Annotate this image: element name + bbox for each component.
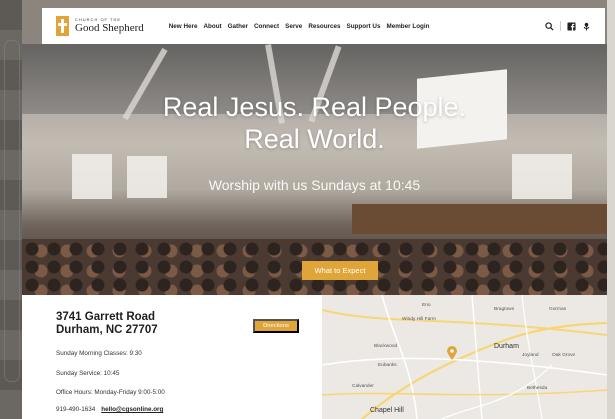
hero-title-line-1: Real Jesus. Real People. <box>162 92 467 122</box>
nav-resources[interactable]: Resources <box>308 23 340 30</box>
header-divider <box>560 21 561 31</box>
nav-about[interactable]: About <box>203 23 221 30</box>
hero-title-line-2: Real World. <box>244 124 385 154</box>
search-icon[interactable] <box>545 21 554 31</box>
background-left <box>0 0 22 419</box>
screenshot-frame: CHURCH OF THE Good Shepherd New Here Abo… <box>0 0 615 419</box>
map-pin-icon[interactable] <box>447 346 457 360</box>
map-label: Windy Hill Farm <box>402 317 436 322</box>
background-right <box>607 0 615 419</box>
map-label: Bethesda <box>527 386 548 391</box>
email-link[interactable]: hello@cgsonline.org <box>101 406 163 413</box>
nav-new-here[interactable]: New Here <box>169 23 198 30</box>
facebook-icon[interactable] <box>567 21 576 31</box>
hero-subtitle: Worship with us Sundays at 10:45 <box>208 177 421 193</box>
service-time: Sunday Service: 10:45 <box>56 370 120 377</box>
location-map[interactable]: Eno Bragtown Gorman Windy Hill Farm Durh… <box>322 295 607 419</box>
what-to-expect-button[interactable]: What to Expect <box>302 261 378 280</box>
nav-connect[interactable]: Connect <box>254 23 279 30</box>
location-info-card: 3741 Garrett Road Durham, NC 27707 Direc… <box>22 295 322 419</box>
map-label: Gorman <box>549 307 567 312</box>
map-label: Eno <box>422 303 431 308</box>
map-label: Chapel Hill <box>370 407 404 414</box>
office-hours: Office Hours: Monday-Friday 9:00-5:00 <box>56 389 165 396</box>
site-header: CHURCH OF THE Good Shepherd New Here Abo… <box>42 8 605 44</box>
map-label: Eubanks <box>378 363 397 368</box>
nav-serve[interactable]: Serve <box>285 23 302 30</box>
cross-logo-icon <box>56 16 69 36</box>
site-logo[interactable]: CHURCH OF THE Good Shepherd <box>56 16 144 36</box>
phone-number[interactable]: 919-490-1634 <box>56 406 95 413</box>
logo-wordmark: CHURCH OF THE Good Shepherd <box>75 18 144 34</box>
map-label: Oak Grove <box>552 353 576 358</box>
directions-button[interactable]: Directions <box>253 319 299 333</box>
nav-support-us[interactable]: Support Us <box>347 23 381 30</box>
hero-photo-stage <box>352 204 607 234</box>
nav-gather[interactable]: Gather <box>228 23 248 30</box>
main-nav: New Here About Gather Connect Serve Reso… <box>169 23 430 30</box>
map-label: Joyland <box>522 353 539 358</box>
nav-member-login[interactable]: Member Login <box>386 23 429 30</box>
contact-line: 919-490-1634 hello@cgsonline.org <box>56 406 163 413</box>
spotify-icon[interactable] <box>582 22 591 31</box>
map-label: Calvander <box>352 384 374 389</box>
map-label: Bragtown <box>494 307 515 312</box>
logo-name-text: Good Shepherd <box>75 22 144 34</box>
header-tools <box>545 21 591 31</box>
map-label: Blackwood <box>374 344 398 349</box>
classes-time: Sunday Morning Classes: 9:30 <box>56 350 142 357</box>
hero-banner: Real Jesus. Real People. Real World. Wor… <box>22 44 607 295</box>
map-label: Durham <box>494 343 519 350</box>
